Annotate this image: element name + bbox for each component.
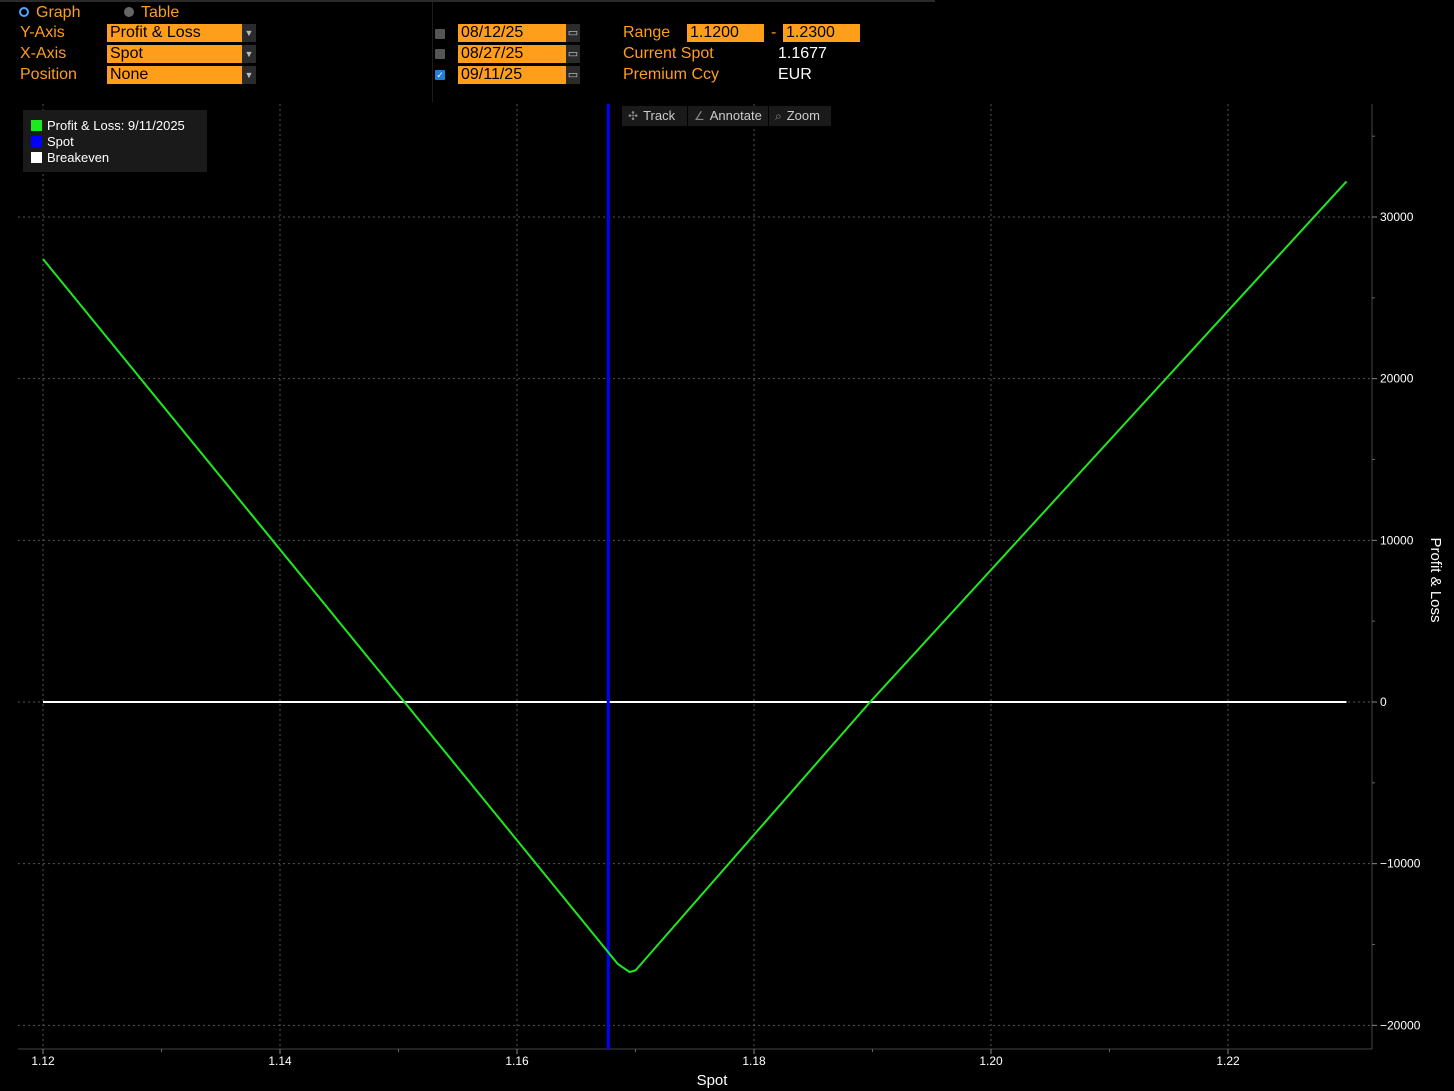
annotate-button[interactable]: ∠ Annotate [688, 106, 768, 126]
pnl-series-line [42, 180, 1348, 973]
x-tick-label: 1.22 [1216, 1054, 1240, 1068]
chart-legend: Profit & Loss: 9/11/2025 Spot Breakeven [23, 110, 207, 172]
x-axis-title: Spot [697, 1072, 729, 1089]
legend-swatch [31, 152, 42, 163]
chart-marks [42, 104, 1348, 1049]
y-axis-title: Profit & Loss [1427, 537, 1444, 622]
crosshair-icon: ✣ [628, 109, 639, 123]
y-tick-label: 30000 [1380, 210, 1414, 224]
legend-swatch [31, 120, 42, 131]
track-label: Track [643, 108, 676, 123]
y-tick-label: −20000 [1380, 1018, 1421, 1032]
pencil-icon: ∠ [694, 109, 705, 123]
x-tick-label: 1.14 [268, 1054, 292, 1068]
x-tick-label: 1.20 [979, 1054, 1003, 1068]
x-tick-label: 1.16 [505, 1054, 529, 1068]
legend-item-spot: Spot [31, 135, 74, 149]
zoom-label: Zoom [786, 108, 820, 123]
legend-item-breakeven: Breakeven [31, 151, 109, 165]
legend-item-pnl: Profit & Loss: 9/11/2025 [31, 119, 185, 133]
legend-label: Breakeven [47, 150, 110, 165]
x-tick-label: 1.18 [742, 1054, 766, 1068]
track-button[interactable]: ✣ Track [622, 106, 687, 126]
y-tick-label: −10000 [1380, 857, 1421, 871]
chart-grid [18, 104, 1372, 1049]
legend-label: Profit & Loss: 9/11/2025 [47, 118, 185, 133]
magnifier-icon: ⌕ [775, 109, 782, 123]
y-tick-label: 10000 [1380, 533, 1414, 547]
legend-swatch [31, 136, 42, 147]
y-tick-label: 20000 [1380, 372, 1414, 386]
annotate-label: Annotate [709, 108, 762, 123]
chart-axes: 1.12 1.14 1.16 1.18 1.20 1.22 30000 20000 10000 0… [18, 104, 1444, 1089]
legend-label: Spot [47, 134, 74, 149]
y-tick-label: 0 [1380, 695, 1387, 709]
zoom-button[interactable]: ⌕ Zoom [769, 106, 831, 126]
x-tick-label: 1.12 [31, 1054, 55, 1068]
pnl-chart[interactable]: 1.12 1.14 1.16 1.18 1.20 1.22 30000 20000 10000 0… [0, 0, 1454, 1091]
